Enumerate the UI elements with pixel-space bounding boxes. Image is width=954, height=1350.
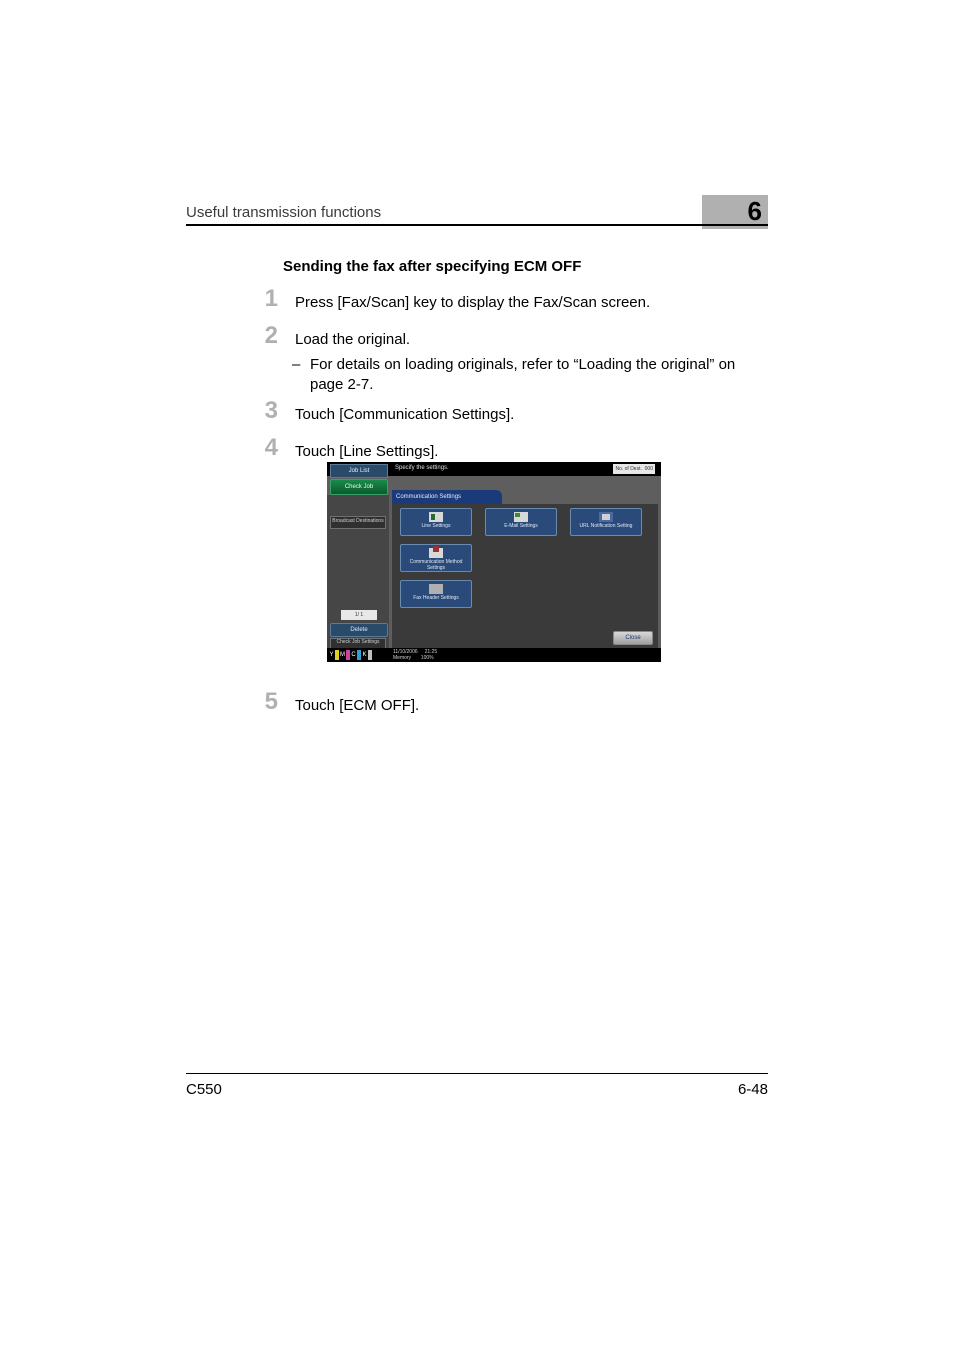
communication-method-icon — [429, 548, 443, 558]
status-datetime: 11/10/2006 21:25 Memory 100% — [393, 649, 437, 661]
step-number-1: 1 — [254, 285, 278, 313]
url-notification-button[interactable]: URL Notification Setting — [570, 508, 642, 536]
url-notification-icon — [599, 512, 613, 522]
step-text-2: Load the original. — [295, 330, 754, 350]
footer-divider — [186, 1073, 768, 1074]
line-settings-button[interactable]: Line Settings — [400, 508, 472, 536]
toner-m-label: M — [340, 649, 345, 661]
panel-tab-title: Communication Settings — [392, 490, 502, 504]
step-text-4: Touch [Line Settings]. — [295, 442, 754, 462]
dest-counter: No. of Dest. 000 — [613, 464, 655, 474]
header-divider — [186, 224, 768, 226]
dest-counter-label: No. of Dest. — [615, 466, 641, 472]
step-2-substep: –For details on loading originals, refer… — [310, 355, 754, 395]
toner-k-label: K — [362, 649, 367, 661]
step-number-3: 3 — [254, 397, 278, 425]
step-text-3: Touch [Communication Settings]. — [295, 405, 754, 425]
status-mem-label: Memory — [393, 655, 411, 661]
toner-c-bar — [357, 650, 361, 660]
check-job-button[interactable]: Check Job — [330, 479, 388, 495]
step-number-2: 2 — [254, 322, 278, 350]
job-list-button[interactable]: Job List — [330, 464, 388, 478]
page-counter: 1/ 1 — [341, 610, 377, 620]
running-header: Useful transmission functions — [186, 204, 381, 221]
toner-m-bar — [346, 650, 350, 660]
toner-y-bar — [335, 650, 339, 660]
settings-panel: Communication Settings Line Settings E-M… — [392, 490, 658, 648]
url-notification-label: URL Notification Setting — [571, 523, 641, 529]
broadcast-destinations-button[interactable]: Broadcast Destinations — [330, 516, 386, 529]
close-button[interactable]: Close — [613, 631, 653, 645]
step-number-5: 5 — [254, 688, 278, 716]
toner-k-bar — [368, 650, 372, 660]
section-heading: Sending the fax after specifying ECM OFF — [283, 258, 581, 275]
line-settings-icon — [429, 512, 443, 522]
footer-model: C550 — [186, 1081, 222, 1098]
toner-levels: Y M C K — [329, 649, 389, 661]
delete-button[interactable]: Delete — [330, 623, 388, 637]
line-settings-label: Line Settings — [401, 523, 471, 529]
fax-header-icon — [429, 584, 443, 594]
step-text-5: Touch [ECM OFF]. — [295, 696, 754, 716]
panel-body: Line Settings E-Mail Settings URL Notifi… — [392, 504, 658, 648]
toner-y-label: Y — [329, 649, 334, 661]
screen-instruction-text: Specify the settings. — [395, 465, 449, 471]
fax-header-settings-button[interactable]: Fax Header Settings — [400, 580, 472, 608]
email-settings-icon — [514, 512, 528, 522]
email-settings-button[interactable]: E-Mail Settings — [485, 508, 557, 536]
communication-method-label: Communication Method Settings — [401, 559, 471, 571]
email-settings-label: E-Mail Settings — [486, 523, 556, 529]
status-mem-value: 100% — [421, 655, 434, 661]
embedded-screenshot: Job List Specify the settings. No. of De… — [327, 462, 661, 662]
fax-header-label: Fax Header Settings — [401, 595, 471, 601]
step-number-4: 4 — [254, 434, 278, 462]
toner-c-label: C — [351, 649, 356, 661]
step-text-1: Press [Fax/Scan] key to display the Fax/… — [295, 293, 754, 313]
footer-page-number: 6-48 — [738, 1081, 768, 1098]
communication-method-button[interactable]: Communication Method Settings — [400, 544, 472, 572]
step-2-substep-text: For details on loading originals, refer … — [310, 356, 735, 393]
dest-counter-value: 000 — [645, 466, 653, 472]
